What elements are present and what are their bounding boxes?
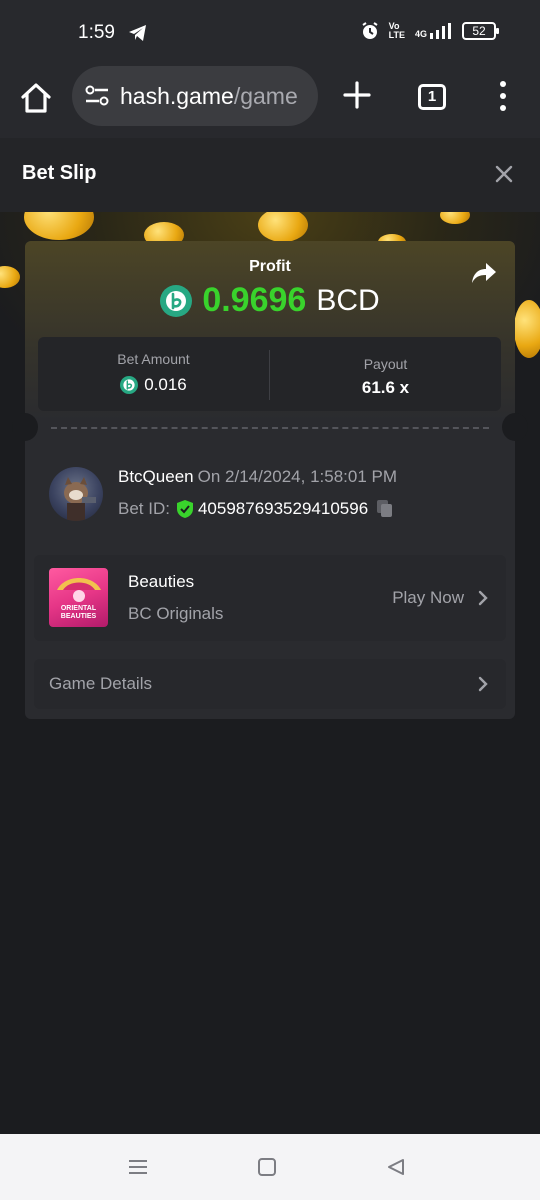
bet-amount-label: Bet Amount	[117, 351, 190, 367]
back-icon[interactable]	[386, 1158, 406, 1176]
overflow-menu-icon[interactable]	[496, 80, 510, 112]
url-text[interactable]: hash.game/game	[120, 83, 298, 110]
chevron-right-icon[interactable]	[478, 590, 488, 606]
close-icon[interactable]	[494, 164, 514, 184]
game-details-button[interactable]: Game Details	[34, 659, 506, 709]
decorative-coin	[24, 212, 94, 240]
game-title: Beauties	[128, 572, 195, 591]
verified-shield-icon	[176, 500, 193, 518]
home-icon[interactable]	[18, 80, 54, 116]
share-icon[interactable]	[471, 261, 497, 285]
bet-id-value: 405987693529410596	[197, 499, 369, 518]
decorative-coin	[514, 300, 540, 358]
status-icons: Vo LTE 4G 52	[361, 21, 499, 40]
status-bar: 1:59 Vo LTE 4G 52	[0, 0, 540, 66]
page-title: Bet Slip	[22, 162, 97, 184]
bet-amount-stat: Bet Amount 0.016	[38, 337, 269, 411]
bet-user-info: BtcQueen On 2/14/2024, 1:58:01 PM Bet ID:…	[49, 467, 489, 523]
game-artwork	[57, 578, 101, 602]
play-now-button[interactable]: Play Now	[392, 588, 464, 608]
payout-label: Payout	[363, 356, 408, 372]
status-time: 1:59	[78, 22, 115, 43]
game-thumb-text: ORIENTAL BEAUTIES	[60, 605, 97, 620]
plus-icon[interactable]	[342, 80, 372, 110]
volte-indicator: Vo LTE	[388, 21, 405, 40]
profit-row: 0.9696 BCD	[25, 281, 515, 320]
profit-currency: BCD	[316, 283, 380, 317]
browser-toolbar: hash.game/game 1	[0, 66, 540, 138]
ticket-notch	[12, 413, 38, 441]
ticket-divider	[51, 427, 489, 429]
tabs-icon[interactable]: 1	[418, 84, 446, 110]
bc-coin-icon	[120, 376, 139, 394]
game-provider: BC Originals	[128, 604, 224, 623]
alarm-icon	[362, 22, 378, 39]
payout-value: 61.6 x	[361, 378, 410, 397]
profit-value: 0.9696	[202, 281, 307, 319]
bet-amount-value: 0.016	[144, 375, 187, 394]
home-button[interactable]	[258, 1158, 276, 1176]
decorative-coin	[0, 266, 20, 288]
game-row[interactable]: ORIENTAL BEAUTIES Beauties BC Originals …	[34, 555, 506, 641]
signal-icon: 4G	[415, 23, 452, 39]
copy-icon[interactable]	[376, 499, 394, 519]
game-thumbnail[interactable]: ORIENTAL BEAUTIES	[49, 568, 108, 627]
bc-coin-icon	[160, 284, 193, 317]
profit-section: Profit 0.9696 BCD Bet Amount 0.016 Payou…	[25, 241, 515, 421]
bet-slip-header: Bet Slip	[0, 138, 540, 212]
bet-user-line: BtcQueen On 2/14/2024, 1:58:01 PM	[118, 467, 397, 487]
chevron-right-icon[interactable]	[478, 676, 488, 692]
ticket-notch	[502, 413, 528, 441]
bet-stats: Bet Amount 0.016 Payout 61.6 x	[38, 337, 501, 411]
profit-label: Profit	[249, 258, 291, 275]
bet-id-line: Bet ID: 405987693529410596	[118, 499, 394, 519]
bet-id-label: Bet ID:	[118, 499, 170, 518]
address-bar[interactable]: hash.game/game	[72, 66, 318, 126]
telegram-icon	[129, 25, 146, 41]
avatar[interactable]	[49, 467, 103, 521]
site-settings-icon[interactable]	[84, 83, 110, 109]
system-nav-bar	[0, 1134, 540, 1200]
recent-apps-icon[interactable]	[128, 1159, 148, 1175]
decorative-coin	[258, 212, 308, 242]
bet-slip-card: Profit 0.9696 BCD Bet Amount 0.016 Payou…	[12, 241, 528, 719]
user-name[interactable]: BtcQueen	[118, 467, 194, 486]
battery-indicator: 52	[462, 22, 499, 40]
payout-stat: Payout 61.6 x	[270, 337, 501, 411]
decorative-coin	[440, 212, 470, 224]
network-type: 4G	[414, 29, 427, 39]
bet-date: On 2/14/2024, 1:58:01 PM	[197, 467, 398, 486]
game-details-label: Game Details	[49, 674, 152, 693]
